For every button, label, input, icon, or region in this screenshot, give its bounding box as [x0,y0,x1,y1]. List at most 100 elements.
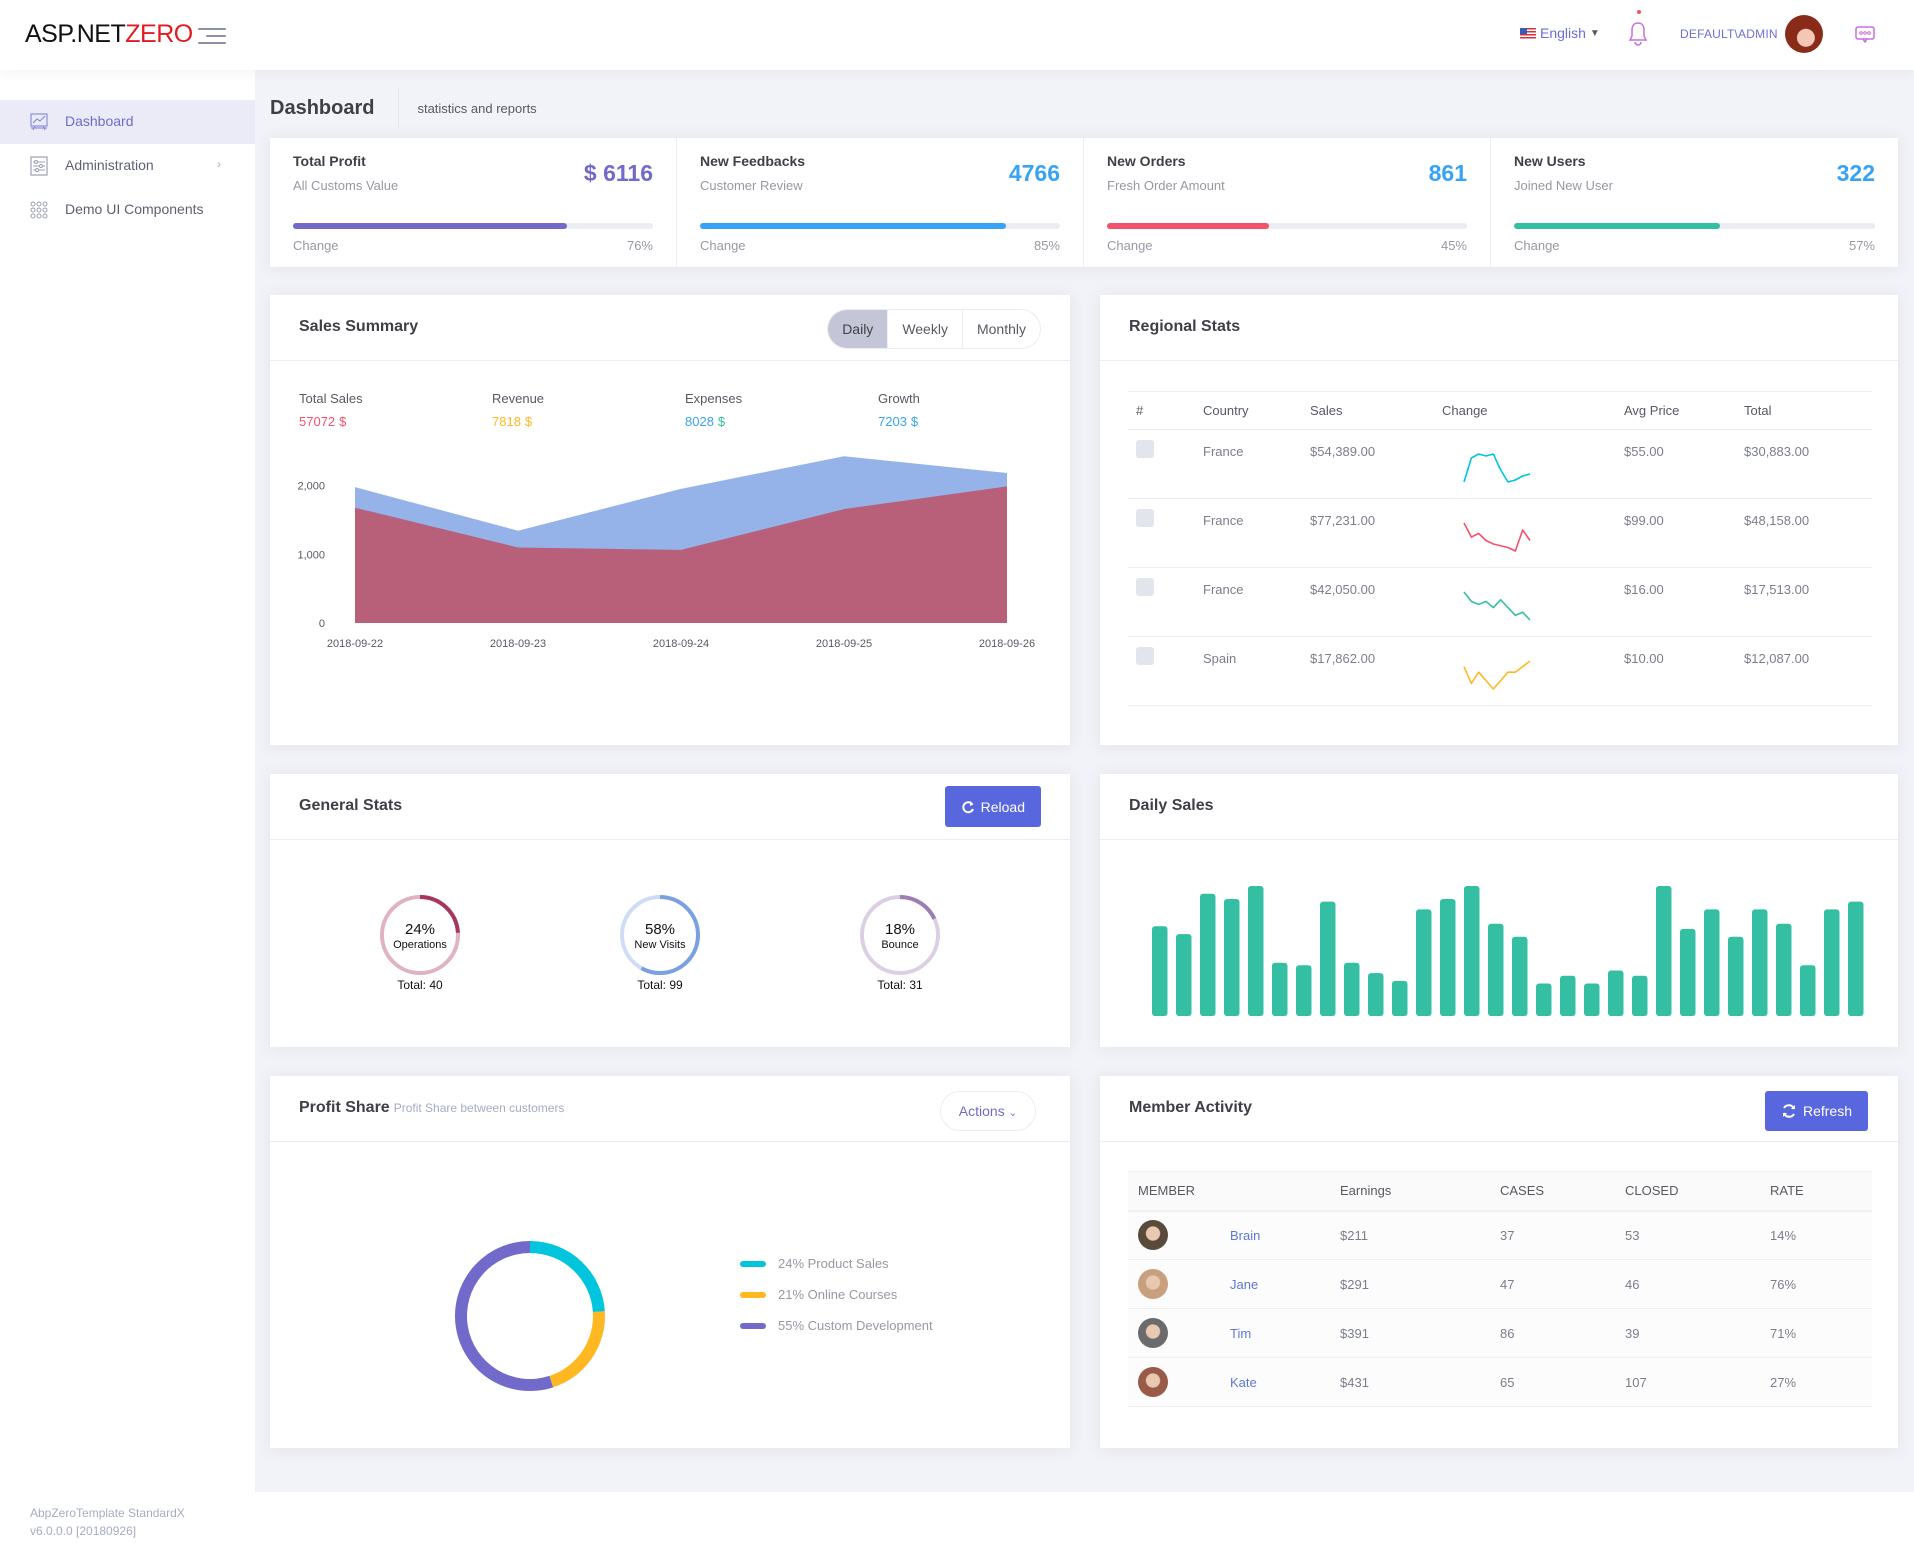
rate-cell: 14% [1770,1210,1872,1260]
member-name-link[interactable]: Tim [1230,1308,1340,1358]
cases-cell: 47 [1500,1259,1625,1309]
sparkline [1463,660,1531,690]
bar [1440,899,1456,1016]
avatar [1138,1318,1168,1348]
stat-value: $ 6116 [583,160,653,186]
x-tick-label: 2018-09-25 [816,638,872,650]
legend-label: 21% Online Courses [778,1287,898,1302]
legend-item: 24% Product Sales [740,1256,889,1271]
legend-swatch [740,1322,766,1329]
cases-cell: 86 [1500,1308,1625,1358]
bar [1776,923,1792,1016]
closed-cell: 53 [1625,1210,1770,1260]
kpi-value: 57072 $ [299,414,363,429]
avatar[interactable] [1785,15,1823,53]
bar [1824,909,1840,1016]
actions-dropdown[interactable]: Actions ⌄ [939,1091,1036,1131]
sidebar-item-dashboard[interactable]: Dashboard [0,100,255,144]
total-cell: $12,087.00 [1744,636,1872,706]
gauge-total: Total: 31 [877,978,923,992]
x-tick-label: 2018-09-24 [653,638,709,650]
gauge-percent: 24% [405,921,435,938]
row-checkbox[interactable] [1136,578,1154,596]
bar [1344,962,1360,1016]
country-cell: France [1203,498,1310,568]
period-monthly-button[interactable]: Monthly [963,310,1040,348]
sales-area-chart: 0 1,000 2,000 2018-09-22 2018-09-23 2018-09-2… [297,456,1035,650]
sidebar-item-administration[interactable]: Administration › [0,144,255,188]
card-header: Profit Share Profit Share between custome… [270,1076,1070,1142]
sidebar-item-label: Demo UI Components [65,201,204,217]
bar [1368,973,1384,1016]
period-toggle: Daily Weekly Monthly [827,309,1041,349]
stat-gauge: 18% Bounce Total: 31 [825,894,975,992]
earnings-cell: $431 [1340,1357,1500,1407]
avatar [1138,1367,1168,1397]
legend-swatch [740,1260,766,1267]
stat-title: New Users [1514,153,1586,169]
member-table: MEMBER Earnings CASES CLOSED RATE Brain $211 3… [1128,1171,1872,1407]
sidebar-item-label: Administration [65,157,154,173]
column-header: RATE [1770,1171,1872,1212]
stat-value: 322 [1836,160,1875,186]
sidebar: Dashboard Administration › Demo UI Compo… [0,70,255,1492]
stats-row: Total Profit All Customs Value $ 6116 Chang… [270,138,1898,267]
avatar-cell [1128,1259,1230,1309]
member-name-link[interactable]: Brain [1230,1210,1340,1260]
sidebar-item-demo-ui-components[interactable]: Demo UI Components [0,188,255,232]
stat-card: Total Profit All Customs Value $ 6116 Chang… [270,138,677,267]
period-daily-button[interactable]: Daily [828,310,889,348]
table-row: Spain $17,862.00 $10.00 $12,087.00 [1128,636,1872,706]
row-checkbox[interactable] [1136,440,1154,458]
bell-icon[interactable] [1628,20,1648,46]
card-title: Profit Share Profit Share between custome… [299,1099,564,1117]
avatar-cell [1128,1308,1230,1358]
card-header: Member Activity Refresh [1100,1076,1898,1142]
gauge-ring: 18%Bounce [860,895,940,975]
app-logo[interactable]: ASP.NETZERO [25,20,193,49]
card-header: Regional Stats [1100,295,1898,361]
reload-button[interactable]: Reload [944,786,1041,827]
table-row: Kate $431 65 107 27% [1128,1357,1872,1407]
table-row: Tim $391 86 39 71% [1128,1308,1872,1358]
kpi-label: Growth [878,391,920,406]
row-checkbox[interactable] [1136,647,1154,665]
menu-toggle-icon[interactable] [198,26,226,46]
kpi-value: 7818 $ [492,414,544,429]
sidebar-item-label: Dashboard [65,113,134,129]
sales-summary-card: Sales Summary Daily Weekly Monthly Total… [270,295,1070,745]
table-row: France $77,231.00 $99.00 $48,158.00 [1128,498,1872,568]
bar [1416,909,1432,1016]
card-title: Regional Stats [1129,318,1241,335]
sparkline-line [1463,591,1531,621]
period-weekly-button[interactable]: Weekly [888,310,963,348]
member-name-link[interactable]: Kate [1230,1357,1340,1407]
kpi-unit: $ [910,414,919,429]
stat-subtitle: Customer Review [700,178,803,193]
gauge-label: New Visits [634,939,686,951]
chevron-down-icon: ⌄ [1008,1108,1017,1119]
change-value: 85% [1033,238,1060,253]
refresh-icon [1782,1104,1795,1118]
stat-gauge: 24% Operations Total: 40 [345,894,495,992]
row-checkbox-cell [1128,429,1203,499]
chat-icon[interactable] [1855,26,1875,44]
footer-version: v6.0.0.0 [20180926] [30,1524,137,1538]
member-activity-card: Member Activity Refresh MEMBER Earnings CA… [1100,1076,1898,1448]
donut-slice [530,1241,605,1313]
refresh-button[interactable]: Refresh [1764,1091,1868,1131]
bar [1752,909,1768,1016]
earnings-cell: $291 [1340,1259,1500,1309]
row-checkbox[interactable] [1136,509,1154,527]
kpi-label: Total Sales [299,391,363,406]
user-name[interactable]: DEFAULT\ADMIN [1680,27,1778,41]
language-selector[interactable]: English ▼ [1520,25,1600,41]
actions-label: Actions [958,1103,1005,1119]
change-cell [1442,567,1624,637]
member-name-link[interactable]: Jane [1230,1259,1340,1309]
kpi-label: Revenue [492,391,545,406]
column-header: Change [1442,391,1624,430]
sales-cell: $77,231.00 [1310,498,1442,568]
column-header [1230,1171,1340,1212]
gauge-total: Total: 40 [397,978,443,992]
